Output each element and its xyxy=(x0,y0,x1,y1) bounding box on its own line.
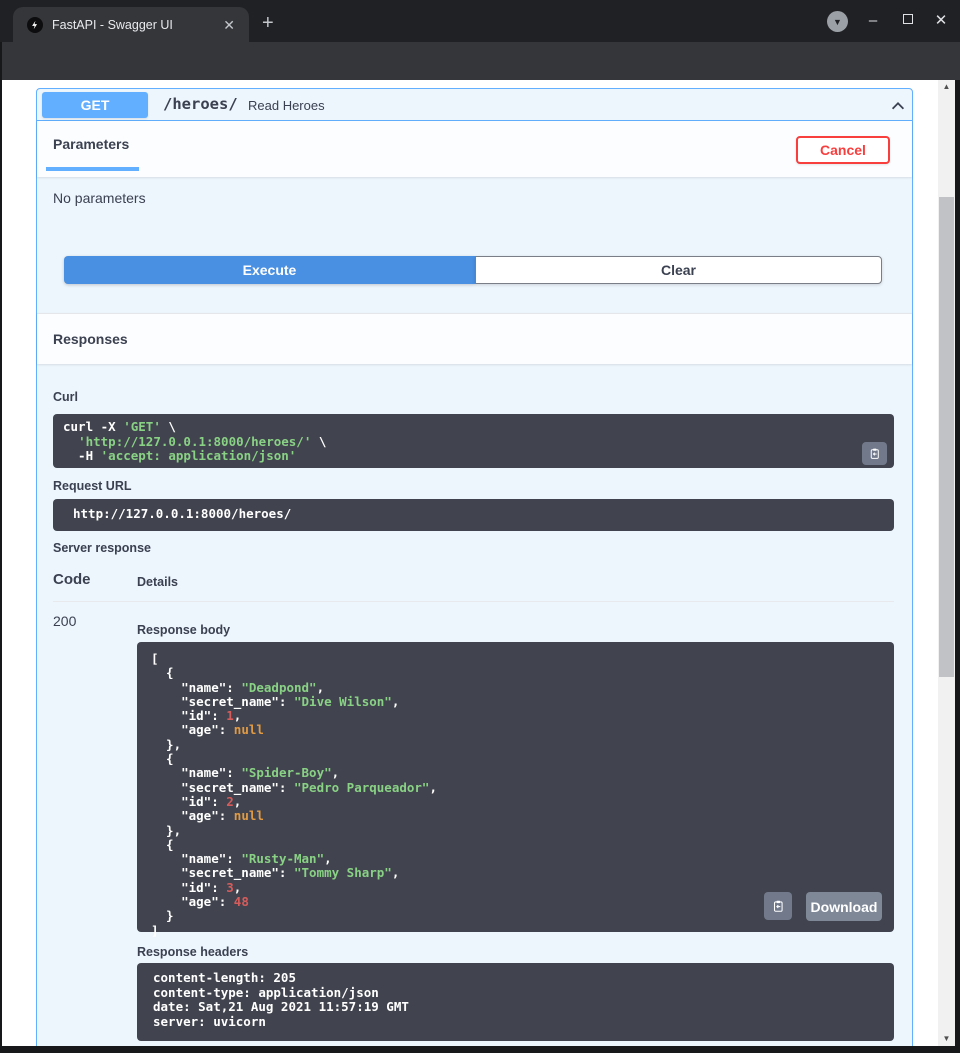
response-headers-block: content-length: 205 content-type: applic… xyxy=(137,963,894,1041)
request-url-block: http://127.0.0.1:8000/heroes/ xyxy=(53,499,894,531)
no-parameters-text: No parameters xyxy=(53,190,146,206)
cancel-button[interactable]: Cancel xyxy=(796,136,890,164)
scrollbar-thumb[interactable] xyxy=(939,197,954,677)
tab-close-icon[interactable]: ✕ xyxy=(219,16,239,34)
clear-button[interactable]: Clear xyxy=(475,256,882,284)
request-url-label: Request URL xyxy=(53,479,131,493)
tab-title: FastAPI - Swagger UI xyxy=(52,18,219,32)
endpoint-summary: Read Heroes xyxy=(248,98,325,113)
copy-response-button[interactable] xyxy=(764,892,792,920)
server-response-label: Server response xyxy=(53,541,151,555)
maximize-button[interactable] xyxy=(898,10,918,29)
swagger-page: GET /heroes/ Read Heroes Parameters Canc… xyxy=(2,80,938,1046)
response-body-label: Response body xyxy=(137,623,230,637)
collapse-chevron-icon[interactable] xyxy=(889,97,907,115)
copy-curl-button[interactable] xyxy=(862,442,887,465)
scroll-down-icon[interactable]: ▼ xyxy=(938,1032,955,1046)
browser-window: FastAPI - Swagger UI ✕ + ▼ – ✕ ← → ⟳ 127… xyxy=(0,0,960,1053)
execute-button[interactable]: Execute xyxy=(64,256,475,284)
browser-tab[interactable]: FastAPI - Swagger UI ✕ xyxy=(13,7,249,42)
window-edge-bottom xyxy=(0,1046,960,1053)
responses-title: Responses xyxy=(53,331,128,347)
profile-chip-icon[interactable]: ▼ xyxy=(827,11,848,32)
curl-code: curl -X 'GET' \ 'http://127.0.0.1:8000/h… xyxy=(63,420,884,464)
opblock-summary[interactable]: GET /heroes/ Read Heroes xyxy=(37,89,912,121)
code-column-header: Code xyxy=(53,571,91,588)
response-body-block: [ { "name": "Deadpond", "secret_name": "… xyxy=(137,642,894,932)
window-edge-right xyxy=(955,80,960,1053)
tab-parameters: Parameters xyxy=(53,136,129,152)
opblock-get-heroes: GET /heroes/ Read Heroes Parameters Canc… xyxy=(36,88,913,1046)
curl-block: curl -X 'GET' \ 'http://127.0.0.1:8000/h… xyxy=(53,414,894,468)
responses-header: Responses xyxy=(37,313,912,364)
endpoint-path: /heroes/ xyxy=(163,95,238,113)
table-divider xyxy=(53,601,894,602)
active-tab-underline xyxy=(46,167,139,171)
request-url-code: http://127.0.0.1:8000/heroes/ xyxy=(73,507,874,522)
new-tab-button[interactable]: + xyxy=(262,13,274,33)
fastapi-favicon-icon xyxy=(27,17,43,33)
minimize-button[interactable]: – xyxy=(863,12,883,30)
page-scrollbar[interactable]: ▲ ▼ xyxy=(938,80,955,1046)
tab-strip: FastAPI - Swagger UI ✕ + ▼ – ✕ xyxy=(0,0,960,42)
details-column-header: Details xyxy=(137,575,178,589)
response-headers-label: Response headers xyxy=(137,945,248,959)
close-button[interactable]: ✕ xyxy=(931,12,951,30)
status-code: 200 xyxy=(53,613,76,629)
scroll-up-icon[interactable]: ▲ xyxy=(938,80,955,94)
response-headers-code: content-length: 205 content-type: applic… xyxy=(153,971,878,1029)
parameters-header: Parameters Cancel xyxy=(37,121,912,177)
window-edge-left xyxy=(0,42,2,1053)
method-badge: GET xyxy=(42,92,148,118)
browser-toolbar: ← → ⟳ 127.0.0.1:8000/docs#/default/read_… xyxy=(0,42,960,80)
curl-label: Curl xyxy=(53,390,78,404)
download-button[interactable]: Download xyxy=(806,892,882,921)
